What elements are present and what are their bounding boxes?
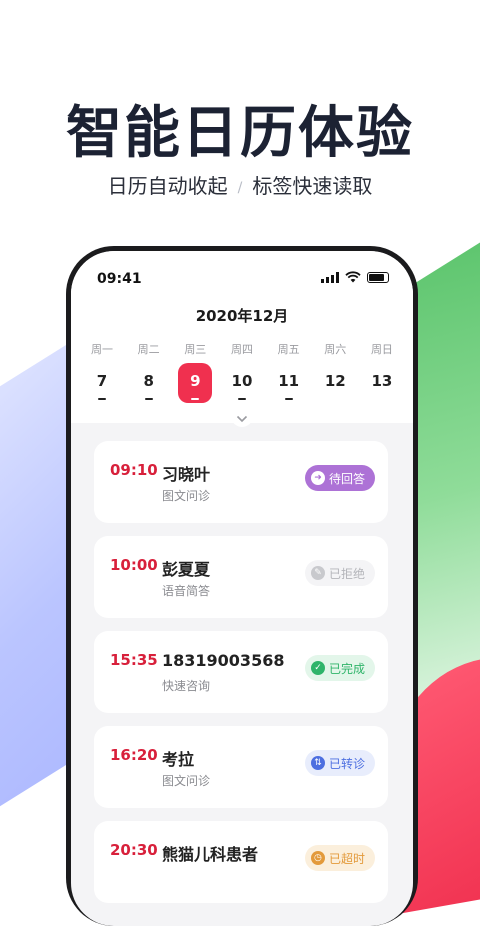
- pencil-icon: ✎: [310, 566, 325, 580]
- weekday-label: 周六: [324, 343, 347, 356]
- day-number: 10: [231, 372, 253, 390]
- status-badge: ✓ 已完成: [304, 655, 375, 681]
- signal-icon: [321, 271, 339, 283]
- appointment-time: 20:30: [110, 841, 158, 859]
- day-cell[interactable]: 12: [318, 363, 352, 403]
- consult-type: 快速咨询: [162, 679, 211, 693]
- consult-type: 图文问诊: [162, 774, 211, 788]
- appointment-time: 16:20: [110, 746, 158, 764]
- hero-subtitle: 日历自动收起 / 标签快速读取: [0, 170, 480, 199]
- status-label: 已拒绝: [328, 566, 365, 581]
- weekday-row: 周一 周二 周三 周四 周五 周六 周日: [85, 341, 399, 357]
- weekday-label: 周二: [137, 343, 160, 356]
- hero-title: 智能日历体验: [66, 101, 414, 166]
- day-cell[interactable]: 13: [365, 363, 399, 403]
- status-badge: ➜ 待回答: [304, 465, 375, 491]
- patient-name: 彭夏夏: [162, 560, 211, 579]
- patient-name: 习晓叶: [162, 465, 211, 484]
- day-number: 11: [278, 372, 300, 390]
- day-cell[interactable]: 11: [272, 363, 306, 403]
- check-icon: ✓: [310, 661, 325, 675]
- patient-name: 考拉: [162, 750, 195, 769]
- day-cell[interactable]: 7: [85, 363, 119, 403]
- appointment-card[interactable]: 09:10 习晓叶 图文问诊 ➜ 待回答: [94, 441, 388, 523]
- status-label: 已完成: [328, 661, 365, 676]
- status-badge: ◷ 已超时: [304, 845, 375, 871]
- transfer-icon: ⇅: [310, 756, 325, 770]
- wifi-icon: [345, 271, 361, 283]
- event-dot: [144, 398, 153, 400]
- weekday-label: 周一: [91, 343, 113, 356]
- phone-frame: 09:41 2020年12月 周一 周二 周三 周四 周五 周六 周日 7 8 …: [66, 246, 418, 926]
- status-badge: ✎ 已拒绝: [304, 560, 375, 586]
- status-label: 待回答: [328, 471, 365, 486]
- status-badge: ⇅ 已转诊: [304, 750, 375, 776]
- event-dot: [191, 398, 200, 400]
- weekday-label: 周五: [277, 343, 300, 356]
- arrow-right-icon: ➜: [310, 471, 325, 485]
- weekday-label: 周日: [370, 343, 393, 356]
- subtitle-separator: /: [237, 179, 243, 196]
- weekday-label: 周四: [230, 343, 253, 356]
- appointment-time: 10:00: [110, 556, 158, 574]
- consult-type: 图文问诊: [162, 489, 211, 503]
- day-cell[interactable]: 8: [132, 363, 166, 403]
- appointment-time: 09:10: [110, 461, 158, 479]
- day-row: 7 8 9 10 11 12 13: [85, 363, 399, 403]
- patient-name: 18319003568: [162, 651, 285, 670]
- status-icons: [321, 271, 389, 283]
- battery-icon: [367, 271, 389, 283]
- appointment-card[interactable]: 10:00 彭夏夏 语音简答 ✎ 已拒绝: [94, 536, 388, 618]
- subtitle-left: 日历自动收起: [107, 174, 228, 198]
- appointment-time: 15:35: [110, 651, 158, 669]
- day-number: 7: [96, 372, 108, 390]
- day-number: 12: [324, 372, 346, 390]
- day-number: 8: [143, 372, 154, 390]
- status-label: 已超时: [328, 851, 365, 866]
- day-number: 13: [371, 372, 393, 390]
- chevron-down-icon: [236, 415, 248, 423]
- event-dot: [237, 398, 246, 400]
- day-number: 9: [190, 372, 201, 390]
- collapse-toggle[interactable]: [231, 413, 253, 427]
- calendar-month[interactable]: 2020年12月: [71, 305, 413, 326]
- status-label: 已转诊: [328, 756, 365, 771]
- appointment-card[interactable]: 15:35 18319003568 快速咨询 ✓ 已完成: [94, 631, 388, 713]
- event-dot: [284, 398, 293, 400]
- day-cell[interactable]: 10: [225, 363, 259, 403]
- phone-screen: 09:41 2020年12月 周一 周二 周三 周四 周五 周六 周日 7 8 …: [71, 251, 413, 926]
- clock-icon: ◷: [310, 851, 325, 865]
- appointment-card[interactable]: 20:30 熊猫儿科患者 ◷ 已超时: [94, 821, 388, 903]
- day-cell-selected[interactable]: 9: [178, 363, 213, 403]
- subtitle-right: 标签快速读取: [252, 174, 373, 198]
- event-dot: [98, 398, 106, 400]
- status-time: 09:41: [97, 271, 142, 287]
- appointment-card[interactable]: 16:20 考拉 图文问诊 ⇅ 已转诊: [94, 726, 388, 808]
- consult-type: 语音简答: [162, 584, 211, 598]
- weekday-label: 周三: [184, 343, 207, 356]
- patient-name: 熊猫儿科患者: [162, 845, 259, 864]
- calendar-strip: 2020年12月 周一 周二 周三 周四 周五 周六 周日 7 8 9 10 1…: [71, 291, 413, 427]
